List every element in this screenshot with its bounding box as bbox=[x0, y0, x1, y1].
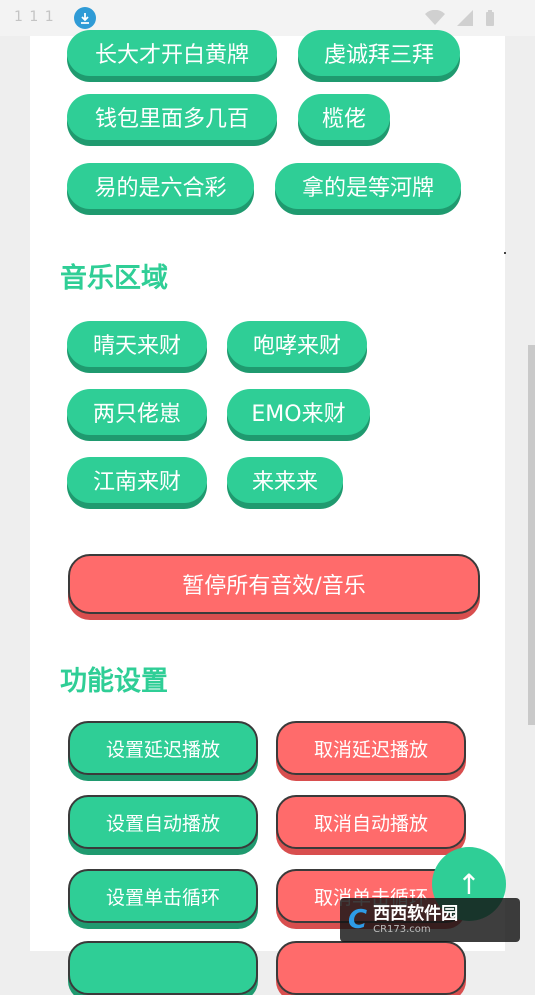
music-chip[interactable]: 来来来 bbox=[227, 457, 343, 503]
set-auto-play-button[interactable]: 设置自动播放 bbox=[68, 795, 258, 849]
sound-chip[interactable]: 长大才开白黄牌 bbox=[67, 30, 277, 76]
sound-chip[interactable]: 易的是六合彩 bbox=[67, 163, 254, 209]
download-icon bbox=[74, 7, 96, 29]
music-chip[interactable]: EMO来财 bbox=[227, 389, 370, 435]
arrow-up-icon: ↑ bbox=[457, 867, 481, 901]
cancel-auto-play-button[interactable]: 取消自动播放 bbox=[276, 795, 466, 849]
sound-chip[interactable]: 拿的是等河牌 bbox=[275, 163, 461, 209]
music-chip[interactable]: 江南来财 bbox=[67, 457, 207, 503]
signal-icon bbox=[457, 10, 473, 26]
music-section-title: 音乐区域 bbox=[60, 263, 168, 294]
music-chip[interactable]: 两只佬崽 bbox=[67, 389, 207, 435]
partial-green-button[interactable] bbox=[68, 941, 258, 995]
sound-chip[interactable]: 虔诚拜三拜 bbox=[298, 30, 460, 76]
watermark-url: CR173.com bbox=[373, 923, 431, 935]
music-chip[interactable]: 晴天来财 bbox=[67, 321, 207, 367]
sound-chip[interactable]: 钱包里面多几百 bbox=[67, 94, 277, 140]
status-bar: 1 1 1 bbox=[0, 0, 535, 36]
content-card: 长大才开白黄牌 虔诚拜三拜 钱包里面多几百 榄佬 易的是六合彩 拿的是等河牌 音… bbox=[30, 30, 506, 995]
set-delay-play-button[interactable]: 设置延迟播放 bbox=[68, 721, 258, 775]
settings-section-title: 功能设置 bbox=[60, 666, 168, 697]
battery-icon bbox=[485, 10, 495, 26]
divider-dot bbox=[504, 252, 506, 254]
cancel-delay-play-button[interactable]: 取消延迟播放 bbox=[276, 721, 466, 775]
set-click-loop-button[interactable]: 设置单击循环 bbox=[68, 869, 258, 923]
wifi-icon bbox=[425, 10, 445, 26]
scrollbar[interactable] bbox=[528, 345, 535, 725]
stop-all-audio-button[interactable]: 暂停所有音效/音乐 bbox=[68, 554, 480, 614]
sound-chip[interactable]: 榄佬 bbox=[298, 94, 390, 140]
watermark-title: 西西软件园 bbox=[373, 904, 459, 925]
watermark-logo: C bbox=[348, 905, 368, 935]
status-time: 1 1 1 bbox=[14, 9, 55, 25]
partial-red-button[interactable] bbox=[276, 941, 466, 995]
music-chip[interactable]: 咆哮来财 bbox=[227, 321, 367, 367]
watermark: C 西西软件园 CR173.com bbox=[340, 898, 520, 942]
